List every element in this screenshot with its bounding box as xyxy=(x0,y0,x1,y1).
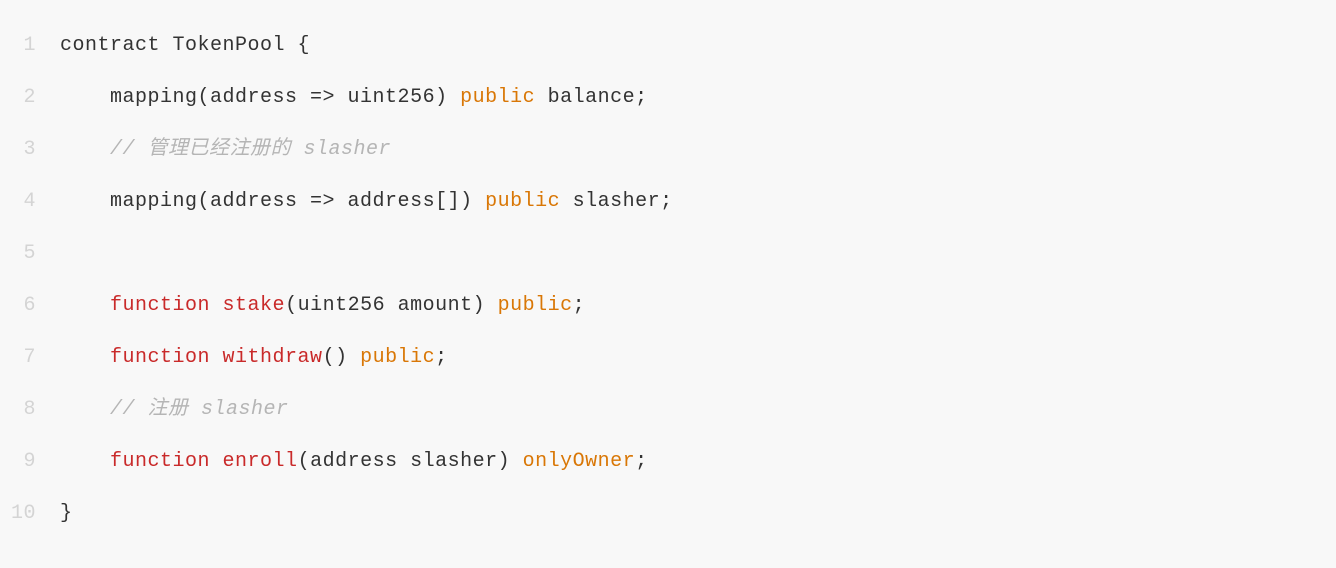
line-number: 2 xyxy=(0,72,60,124)
code-token: public xyxy=(460,86,535,109)
code-token: () xyxy=(323,346,361,369)
code-token: slasher; xyxy=(560,190,673,213)
line-number: 8 xyxy=(0,384,60,436)
line-content: // 管理已经注册的 slasher xyxy=(60,124,391,176)
code-token: balance; xyxy=(535,86,648,109)
line-number: 9 xyxy=(0,436,60,488)
line-number: 4 xyxy=(0,176,60,228)
line-number: 6 xyxy=(0,280,60,332)
line-number: 10 xyxy=(0,488,60,540)
line-content: mapping(address => address[]) public sla… xyxy=(60,176,673,228)
code-line: 10} xyxy=(0,488,1336,540)
code-token: onlyOwner xyxy=(523,450,636,473)
code-line: 8 // 注册 slasher xyxy=(0,384,1336,436)
line-content: mapping(address => uint256) public balan… xyxy=(60,72,648,124)
code-token: ; xyxy=(635,450,648,473)
code-token: // 注册 slasher xyxy=(110,398,289,421)
line-number: 1 xyxy=(0,20,60,72)
code-token: stake xyxy=(223,294,286,317)
code-block: 1contract TokenPool {2 mapping(address =… xyxy=(0,20,1336,540)
line-content: function withdraw() public; xyxy=(60,332,448,384)
code-line: 9 function enroll(address slasher) onlyO… xyxy=(0,436,1336,488)
code-line: 5 xyxy=(0,228,1336,280)
line-number: 5 xyxy=(0,228,60,280)
line-content: // 注册 slasher xyxy=(60,384,289,436)
line-number: 3 xyxy=(0,124,60,176)
code-line: 6 function stake(uint256 amount) public; xyxy=(0,280,1336,332)
code-token: ; xyxy=(573,294,586,317)
code-token: mapping(address => uint256) xyxy=(110,86,460,109)
code-token: public xyxy=(360,346,435,369)
code-token xyxy=(210,346,223,369)
code-line: 1contract TokenPool { xyxy=(0,20,1336,72)
code-token xyxy=(210,294,223,317)
code-line: 7 function withdraw() public; xyxy=(0,332,1336,384)
line-content: function enroll(address slasher) onlyOwn… xyxy=(60,436,648,488)
code-token: mapping(address => address[]) xyxy=(110,190,485,213)
code-token: (uint256 amount) xyxy=(285,294,498,317)
code-token: // 管理已经注册的 slasher xyxy=(110,138,391,161)
line-content: } xyxy=(60,488,73,540)
code-line: 4 mapping(address => address[]) public s… xyxy=(0,176,1336,228)
code-token: function xyxy=(110,450,210,473)
code-token: enroll xyxy=(223,450,298,473)
code-line: 2 mapping(address => uint256) public bal… xyxy=(0,72,1336,124)
code-token: ; xyxy=(435,346,448,369)
code-token: public xyxy=(485,190,560,213)
code-token: withdraw xyxy=(223,346,323,369)
code-token: (address slasher) xyxy=(298,450,523,473)
code-token: function xyxy=(110,294,210,317)
line-content: contract TokenPool { xyxy=(60,20,310,72)
code-token xyxy=(210,450,223,473)
code-token: public xyxy=(498,294,573,317)
code-token: } xyxy=(60,502,73,525)
line-content: function stake(uint256 amount) public; xyxy=(60,280,585,332)
code-line: 3 // 管理已经注册的 slasher xyxy=(0,124,1336,176)
code-token: function xyxy=(110,346,210,369)
line-number: 7 xyxy=(0,332,60,384)
code-token: contract TokenPool { xyxy=(60,34,310,57)
